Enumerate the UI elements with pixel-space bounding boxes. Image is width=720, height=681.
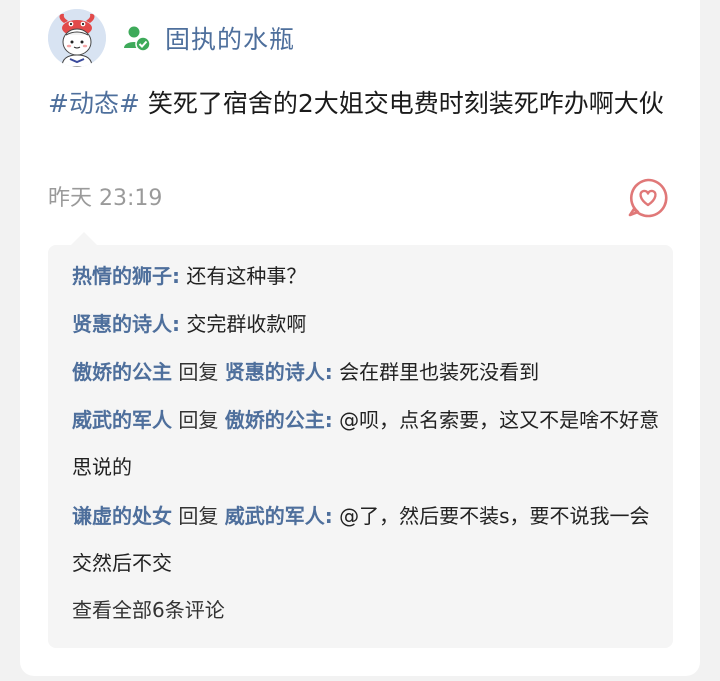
- comment-reply-to[interactable]: 傲娇的公主: [225, 408, 325, 432]
- comment-item[interactable]: 威武的军人 回复 傲娇的公主: @呗，点名索要，这又不是啥不好意思说的: [72, 397, 662, 491]
- view-all-comments-link[interactable]: 查看全部6条评论: [72, 595, 225, 625]
- avatar[interactable]: [48, 9, 106, 67]
- comment-sep: :: [324, 408, 333, 432]
- comment-reply-to[interactable]: 威武的军人: [225, 504, 325, 528]
- comment-sep: :: [324, 504, 333, 528]
- comment-author[interactable]: 热情的狮子: [72, 264, 172, 288]
- heart-chat-icon: [628, 178, 668, 218]
- comments-panel: 热情的狮子: 还有这种事？ 贤惠的诗人: 交完群收款啊 傲娇的公主 回复 贤惠的…: [48, 245, 673, 648]
- comment-sep: :: [172, 312, 180, 336]
- user-check-icon: [124, 26, 151, 52]
- comment-item[interactable]: 贤惠的诗人: 交完群收款啊: [72, 301, 662, 348]
- comment-item[interactable]: 热情的狮子: 还有这种事？: [72, 253, 662, 300]
- comments-pointer: [71, 232, 97, 245]
- comment-text: 还有这种事？: [180, 264, 307, 288]
- post-card: 固执的水瓶 #动态# 笑死了宿舍的2大姐交电费时刻装死咋办啊大伙 昨天 23:1…: [20, 0, 700, 676]
- post-tag[interactable]: #动态#: [48, 89, 140, 118]
- comment-item[interactable]: 傲娇的公主 回复 贤惠的诗人: 会在群里也装死没看到: [72, 349, 662, 396]
- comment-sep: :: [324, 360, 333, 384]
- user-row: 固执的水瓶: [123, 18, 295, 58]
- comment-sep: :: [172, 264, 180, 288]
- post-time: 昨天 23:19: [48, 186, 163, 211]
- like-button[interactable]: [627, 177, 669, 219]
- username[interactable]: 固执的水瓶: [165, 20, 295, 56]
- comment-author[interactable]: 谦虚的处女: [72, 504, 172, 528]
- comment-author[interactable]: 傲娇的公主: [72, 360, 172, 384]
- post-text: #动态# 笑死了宿舍的2大姐交电费时刻装死咋办啊大伙: [48, 84, 678, 124]
- comment-text: 会在群里也装死没看到: [332, 360, 540, 384]
- reply-word: 回复: [172, 408, 225, 432]
- comment-reply-to[interactable]: 贤惠的诗人: [225, 360, 325, 384]
- crab-avatar-icon: [48, 9, 106, 67]
- comment-item[interactable]: 谦虚的处女 回复 威武的军人: @了，然后要不装s，要不说我一会交然后不交: [72, 493, 662, 587]
- comment-author[interactable]: 威武的军人: [72, 408, 172, 432]
- comment-author[interactable]: 贤惠的诗人: [72, 312, 172, 336]
- reply-word: 回复: [172, 504, 225, 528]
- comment-text: 交完群收款啊: [180, 312, 307, 336]
- post-body: 笑死了宿舍的2大姐交电费时刻装死咋办啊大伙: [139, 89, 664, 118]
- reply-word: 回复: [172, 360, 225, 384]
